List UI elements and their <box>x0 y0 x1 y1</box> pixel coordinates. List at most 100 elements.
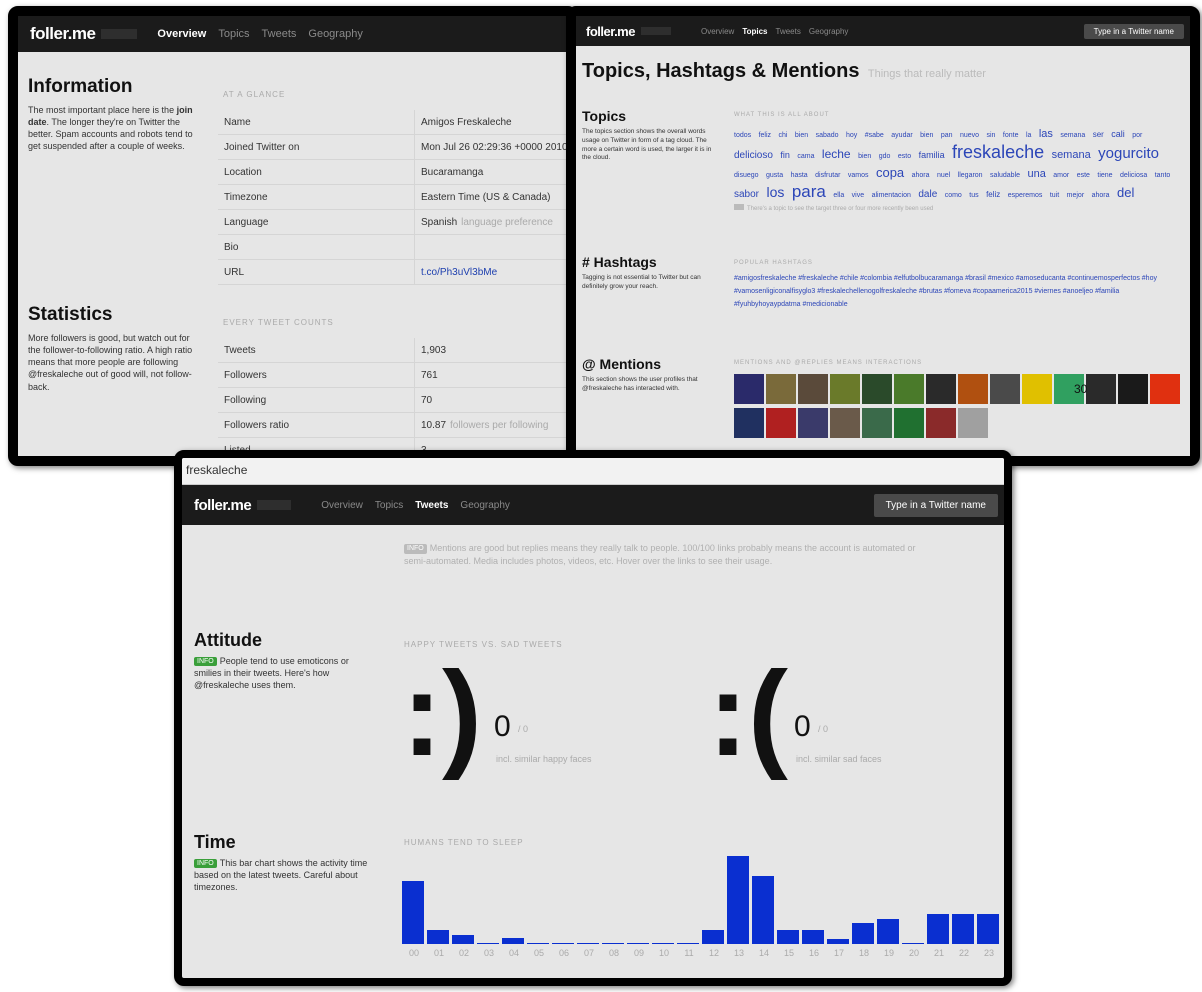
activity-bar[interactable] <box>727 856 749 944</box>
nav-tweets[interactable]: Tweets <box>776 27 801 36</box>
activity-bar[interactable] <box>777 930 799 944</box>
tag-cloud-word[interactable]: los <box>766 184 784 200</box>
activity-bar[interactable] <box>577 943 599 944</box>
tag-cloud-word[interactable]: chi <box>778 132 787 139</box>
tag-cloud-word[interactable]: tus <box>969 192 978 199</box>
tag-cloud-word[interactable]: gusta <box>766 172 783 179</box>
mention-avatar[interactable] <box>958 408 988 438</box>
foller-logo[interactable]: foller.me <box>30 24 96 44</box>
tag-cloud-word[interactable]: una <box>1027 168 1045 180</box>
activity-bar[interactable] <box>877 919 899 944</box>
tag-cloud-word[interactable]: ser <box>1093 130 1104 139</box>
tag-cloud-word[interactable]: sin <box>987 132 996 139</box>
activity-bar[interactable] <box>552 943 574 944</box>
tag-cloud-word[interactable]: alimentacion <box>872 192 911 199</box>
mention-avatar[interactable] <box>894 408 924 438</box>
tag-cloud-word[interactable]: tuit <box>1050 192 1059 199</box>
activity-bar[interactable] <box>477 943 499 944</box>
nav-overview[interactable]: Overview <box>321 500 363 511</box>
activity-bar[interactable] <box>827 939 849 944</box>
mention-avatar[interactable] <box>830 408 860 438</box>
tag-cloud-word[interactable]: ayudar <box>891 132 912 139</box>
tag-cloud-word[interactable]: pan <box>941 132 953 139</box>
tag-cloud-word[interactable]: gdo <box>879 153 891 160</box>
mention-avatar[interactable] <box>734 408 764 438</box>
tag-cloud-word[interactable]: delicioso <box>734 150 773 161</box>
activity-bar[interactable] <box>952 914 974 944</box>
mention-avatar[interactable] <box>798 374 828 404</box>
activity-bar[interactable] <box>852 923 874 944</box>
nav-overview[interactable]: Overview <box>157 28 206 40</box>
foller-logo[interactable]: foller.me <box>586 24 635 39</box>
twitter-name-search-button[interactable]: Type in a Twitter name <box>873 493 998 517</box>
tag-cloud-word[interactable]: familia <box>919 150 945 160</box>
activity-bar[interactable] <box>802 930 824 944</box>
info-value[interactable]: t.co/Ph3uVl3bMe <box>421 267 497 278</box>
activity-bar[interactable] <box>702 930 724 944</box>
tag-cloud-word[interactable]: freskaleche <box>952 142 1044 162</box>
tag-cloud-word[interactable]: bien <box>795 132 808 139</box>
mention-avatar[interactable] <box>1086 374 1116 404</box>
activity-bar[interactable] <box>452 935 474 944</box>
activity-bar[interactable] <box>677 943 699 944</box>
tag-cloud-word[interactable]: feliz <box>759 132 771 139</box>
mention-avatar[interactable] <box>766 374 796 404</box>
mention-avatar[interactable] <box>1150 374 1180 404</box>
tag-cloud-word[interactable]: vive <box>852 192 864 199</box>
tag-cloud-word[interactable]: #sabe <box>865 132 884 139</box>
mention-avatar[interactable] <box>926 374 956 404</box>
tag-cloud-word[interactable]: como <box>945 192 962 199</box>
tag-cloud-word[interactable]: copa <box>876 165 904 180</box>
tag-cloud-word[interactable]: esperemos <box>1008 192 1043 199</box>
mention-avatar[interactable] <box>862 408 892 438</box>
tag-cloud-word[interactable]: por <box>1132 132 1142 139</box>
foller-logo[interactable]: foller.me <box>194 497 252 514</box>
address-bar-url[interactable]: freskaleche <box>186 463 247 477</box>
tag-cloud-word[interactable]: esto <box>898 153 911 160</box>
tag-cloud-word[interactable]: bien <box>858 153 871 160</box>
nav-overview[interactable]: Overview <box>701 27 734 36</box>
tag-cloud-word[interactable]: nuel <box>937 172 950 179</box>
tag-cloud-word[interactable]: feliz <box>986 190 1000 199</box>
tag-cloud-word[interactable]: amor <box>1053 172 1069 179</box>
mention-avatar[interactable] <box>1022 374 1052 404</box>
mention-avatar[interactable] <box>862 374 892 404</box>
mention-avatar[interactable] <box>1118 374 1148 404</box>
activity-bar[interactable] <box>502 938 524 944</box>
tag-cloud-word[interactable]: las <box>1039 128 1053 140</box>
tag-cloud-word[interactable]: bien <box>920 132 933 139</box>
mention-avatar[interactable] <box>894 374 924 404</box>
tag-cloud-word[interactable]: ella <box>833 192 844 199</box>
tag-cloud-word[interactable]: fin <box>780 150 790 160</box>
mention-avatar[interactable] <box>766 408 796 438</box>
tag-cloud-word[interactable]: todos <box>734 132 751 139</box>
tag-cloud-word[interactable]: sabor <box>734 189 759 200</box>
activity-bar[interactable] <box>927 914 949 944</box>
activity-bar[interactable] <box>527 943 549 944</box>
activity-bar[interactable] <box>402 881 424 944</box>
tag-cloud-word[interactable]: cama <box>797 153 814 160</box>
tag-cloud-word[interactable]: llegaron <box>958 172 983 179</box>
tag-cloud-word[interactable]: este <box>1077 172 1090 179</box>
tag-cloud-word[interactable]: fonte <box>1003 132 1019 139</box>
tag-cloud-word[interactable]: semana <box>1060 132 1085 139</box>
activity-bar[interactable] <box>427 930 449 944</box>
nav-topics[interactable]: Topics <box>742 27 767 36</box>
tag-cloud-word[interactable]: hoy <box>846 132 857 139</box>
mention-avatar[interactable] <box>734 374 764 404</box>
tag-cloud-word[interactable]: vamos <box>848 172 869 179</box>
tag-cloud-word[interactable]: tanto <box>1155 172 1171 179</box>
tag-cloud-word[interactable]: yogurcito <box>1098 145 1159 162</box>
activity-bar[interactable] <box>652 943 674 944</box>
nav-tweets[interactable]: Tweets <box>415 500 448 511</box>
tag-cloud-word[interactable]: tiene <box>1097 172 1112 179</box>
activity-bar[interactable] <box>602 943 624 944</box>
tag-cloud-word[interactable]: saludable <box>990 172 1020 179</box>
hashtag-list[interactable]: #amigosfreskaleche #freskaleche #chile #… <box>734 272 1174 311</box>
mention-avatar[interactable] <box>990 374 1020 404</box>
twitter-name-search-button[interactable]: Type in a Twitter name <box>1083 23 1184 39</box>
nav-tweets[interactable]: Tweets <box>262 28 297 40</box>
tag-cloud-word[interactable]: deliciosa <box>1120 172 1147 179</box>
tag-cloud-word[interactable]: leche <box>822 147 851 161</box>
tag-cloud-word[interactable]: la <box>1026 132 1031 139</box>
